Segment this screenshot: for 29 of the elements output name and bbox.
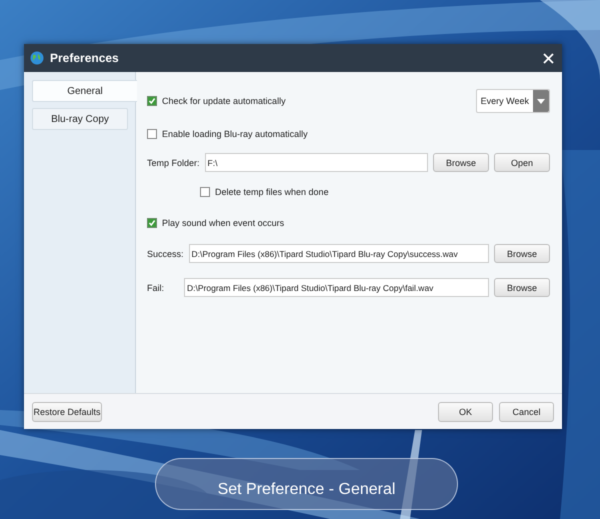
checkbox-label: Delete temp files when done: [215, 187, 329, 197]
caret-icon: [537, 98, 545, 104]
browse-button[interactable]: Browse: [494, 278, 550, 297]
sidebar-tab[interactable]: Blu-ray Copy: [32, 108, 128, 130]
dialog-button[interactable]: Cancel: [499, 402, 554, 422]
caption-banner: Set Preference - General: [155, 458, 458, 510]
field-label: Success:: [147, 248, 184, 258]
checkbox[interactable]: [200, 187, 210, 197]
frequency-dropdown[interactable]: Every Week: [476, 89, 550, 113]
sound-path-field[interactable]: D:\Program Files (x86)\Tipard Studio\Tipard Blu-ray Copy\fail.wav: [184, 278, 489, 297]
checkbox[interactable]: [147, 96, 157, 106]
sidebar-tab[interactable]: General: [32, 80, 137, 102]
restore-defaults-button[interactable]: Restore Defaults: [32, 402, 102, 422]
checkbox[interactable]: [147, 129, 157, 139]
checkbox-label: Play sound when event occurs: [162, 218, 284, 228]
sound-path-field[interactable]: D:\Program Files (x86)\Tipard Studio\Tipard Blu-ray Copy\success.wav: [188, 244, 489, 263]
window-title: Preferences: [50, 51, 120, 65]
folder-button[interactable]: Browse: [433, 153, 489, 172]
browse-button[interactable]: Browse: [494, 244, 550, 263]
checkbox-label: Enable loading Blu-ray automatically: [162, 129, 308, 139]
field-label: Temp Folder:: [147, 158, 200, 168]
dialog-button[interactable]: OK: [438, 402, 493, 422]
close-icon[interactable]: [543, 52, 554, 64]
field-label: Fail:: [147, 282, 166, 292]
checkbox-label: Check for update automatically: [162, 96, 286, 106]
checkbox[interactable]: [147, 218, 157, 228]
folder-button[interactable]: Open: [494, 153, 550, 172]
globe-icon: [30, 51, 44, 65]
temp-folder-field[interactable]: F:\: [204, 153, 428, 172]
